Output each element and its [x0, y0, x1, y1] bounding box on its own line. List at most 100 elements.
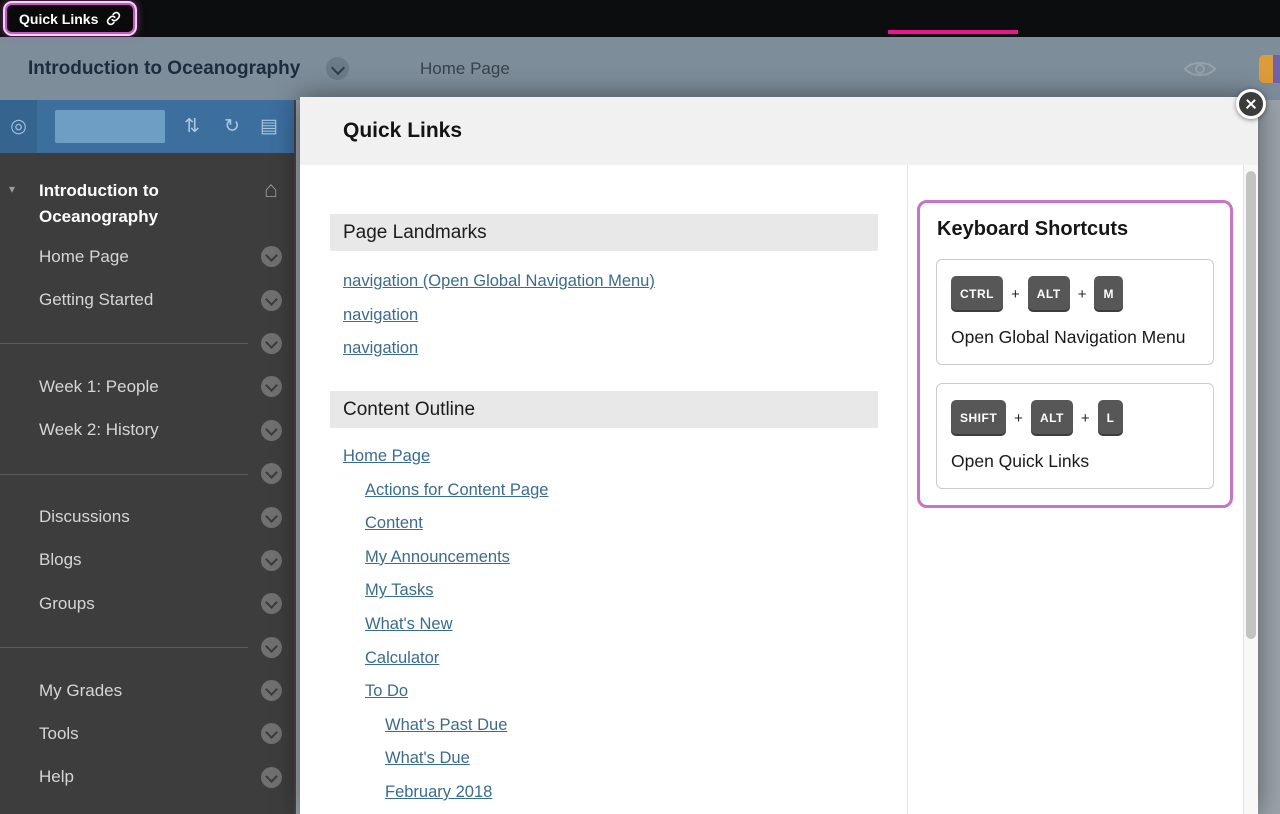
divider-line — [0, 343, 248, 344]
sidebar-item-home-page[interactable]: Home Page — [0, 235, 294, 278]
header-course-title: Introduction to Oceanography — [28, 37, 300, 100]
page-title: Home Page — [420, 37, 510, 100]
chevron-down-icon[interactable] — [261, 333, 282, 354]
chevron-down-icon[interactable] — [261, 376, 282, 397]
sidebar-item-tools[interactable]: Tools — [0, 712, 294, 755]
keycap-m: M — [1094, 276, 1123, 312]
shortcut-card-global-navigation: CTRL + ALT + M Open Global Navigation Me… — [936, 259, 1214, 365]
sidebar-course-title[interactable]: Introduction to Oceanography — [39, 178, 224, 230]
outline-link-my-announcements[interactable]: My Announcements — [330, 541, 548, 575]
chevron-down-icon[interactable] — [261, 637, 282, 658]
page-landmarks-title: Page Landmarks — [343, 222, 487, 244]
refresh-glyph: ↻ — [224, 115, 240, 138]
student-preview-icon[interactable] — [1183, 58, 1217, 80]
landmark-link[interactable]: navigation — [343, 332, 655, 366]
outline-link-to-do[interactable]: To Do — [330, 675, 548, 709]
outline-link-home-page[interactable]: Home Page — [330, 440, 548, 474]
list-view-icon[interactable]: ▤ — [260, 100, 278, 153]
outline-link-actions[interactable]: Actions for Content Page — [330, 474, 548, 508]
keycap-alt: ALT — [1028, 276, 1070, 312]
divider-line — [0, 474, 248, 475]
sort-arrows-glyph: ⇅ — [184, 115, 200, 138]
sort-arrows-icon[interactable]: ⇅ — [184, 100, 200, 153]
sidebar-item-label: Groups — [39, 594, 95, 614]
chevron-down-icon[interactable] — [261, 463, 282, 484]
refresh-icon[interactable]: ↻ — [224, 100, 240, 153]
content-outline-list: Home Page Actions for Content Page Conte… — [330, 440, 548, 810]
chevron-down-icon[interactable] — [261, 420, 282, 441]
modal-title: Quick Links — [343, 97, 462, 165]
shortcut-card-quick-links: SHIFT + ALT + L Open Quick Links — [936, 383, 1214, 489]
outline-link-february-2018[interactable]: February 2018 — [330, 776, 548, 810]
menu-display-target-icon[interactable]: ◎ — [0, 100, 37, 153]
menu-search-input[interactable] — [55, 110, 165, 143]
keyboard-shortcuts-panel: Keyboard Shortcuts CTRL + ALT + M Open G… — [917, 200, 1233, 508]
chevron-down-icon[interactable] — [261, 507, 282, 528]
shortcut-keys: SHIFT + ALT + L — [951, 400, 1199, 436]
chevron-down-icon[interactable] — [261, 550, 282, 571]
outline-link-content[interactable]: Content — [330, 507, 548, 541]
chevron-down-icon[interactable] — [261, 767, 282, 788]
sidebar-item-label: Tools — [39, 724, 79, 744]
quick-links-modal: Quick Links Page Landmarks navigation (O… — [300, 97, 1258, 814]
sidebar-item-groups[interactable]: Groups — [0, 582, 294, 625]
sidebar-item-discussions[interactable]: Discussions — [0, 495, 294, 538]
link-icon — [106, 11, 121, 26]
sidebar-item-week-1-people[interactable]: Week 1: People — [0, 365, 294, 408]
column-divider — [907, 165, 908, 814]
keyboard-shortcuts-title: Keyboard Shortcuts — [937, 218, 1230, 241]
sidebar-item-label: Week 1: People — [39, 377, 159, 397]
home-icon[interactable]: ⌂ — [264, 176, 278, 203]
divider-line — [0, 647, 248, 648]
modal-header: Quick Links — [300, 97, 1258, 165]
sidebar-item-blogs[interactable]: Blogs — [0, 539, 294, 582]
content-outline-title: Content Outline — [343, 399, 475, 421]
outline-link-my-tasks[interactable]: My Tasks — [330, 574, 548, 608]
quick-links-button[interactable]: Quick Links — [5, 3, 135, 34]
sidebar-item-label: Help — [39, 767, 74, 787]
plus-separator: + — [1011, 286, 1020, 303]
plus-separator: + — [1078, 286, 1087, 303]
sidebar-item-my-grades[interactable]: My Grades — [0, 669, 294, 712]
chevron-down-icon[interactable] — [261, 593, 282, 614]
plus-separator: + — [1014, 410, 1023, 427]
page-landmarks-list: navigation (Open Global Navigation Menu)… — [343, 265, 655, 366]
content-outline-header: Content Outline — [330, 391, 878, 428]
outline-link-calculator[interactable]: Calculator — [330, 642, 548, 676]
outline-link-whats-due[interactable]: What's Due — [330, 742, 548, 776]
course-menu-chevron-icon[interactable] — [326, 57, 349, 80]
sidebar-item-label: Home Page — [39, 247, 129, 267]
keycap-shift: SHIFT — [951, 400, 1006, 436]
chevron-down-icon[interactable] — [261, 290, 282, 311]
sidebar-divider — [0, 322, 294, 365]
target-icon: ◎ — [10, 115, 27, 138]
close-icon[interactable] — [1236, 89, 1266, 119]
sidebar-item-label: Getting Started — [39, 290, 153, 310]
landmark-link[interactable]: navigation (Open Global Navigation Menu) — [343, 265, 655, 299]
shortcut-label: Open Quick Links — [951, 449, 1199, 474]
sidebar-item-week-2-history[interactable]: Week 2: History — [0, 409, 294, 452]
shortcut-keys: CTRL + ALT + M — [951, 276, 1199, 312]
plus-separator: + — [1081, 410, 1090, 427]
sidebar-item-label: Week 2: History — [39, 420, 159, 440]
landmark-link[interactable]: navigation — [343, 299, 655, 333]
page-landmarks-header: Page Landmarks — [330, 214, 878, 251]
sidebar-item-getting-started[interactable]: Getting Started — [0, 278, 294, 321]
top-bar: Quick Links — [0, 0, 1280, 37]
edit-mode-icon[interactable] — [1259, 55, 1280, 83]
course-header: Introduction to Oceanography Home Page — [0, 37, 1280, 100]
outline-link-whats-past-due[interactable]: What's Past Due — [330, 709, 548, 743]
sidebar-item-help[interactable]: Help — [0, 756, 294, 799]
chevron-down-icon[interactable] — [261, 723, 282, 744]
chevron-down-icon[interactable] — [261, 680, 282, 701]
outline-link-whats-new[interactable]: What's New — [330, 608, 548, 642]
scrollbar-thumb[interactable] — [1246, 171, 1256, 639]
sidebar-course-row: ▾ Introduction to Oceanography ⌂ — [0, 178, 294, 230]
chevron-down-icon[interactable] — [261, 246, 282, 267]
modal-scrollbar[interactable] — [1243, 165, 1258, 814]
collapse-caret-icon[interactable]: ▾ — [9, 182, 15, 196]
course-menu-list: Home Page Getting Started Week 1: People… — [0, 235, 294, 799]
sidebar-divider — [0, 452, 294, 495]
quick-links-label: Quick Links — [19, 11, 98, 27]
course-menu-sidebar: ◎ ⇅ ↻ ▤ ▾ Introduction to Oceanography ⌂… — [0, 100, 296, 814]
